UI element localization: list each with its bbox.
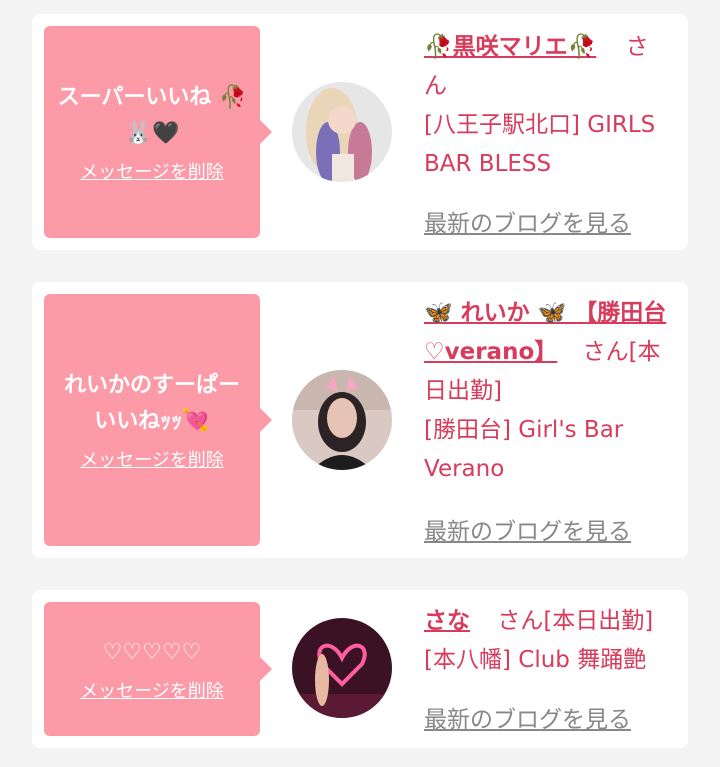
shop-name: Verano — [424, 456, 505, 482]
status-text: 日出勤] — [424, 378, 502, 404]
shop-name: [八王子駅北口] GIRLS — [424, 112, 656, 138]
like-card: スーパーいいね 🥀 🐰🖤 メッセージを削除 🥀黒咲マリエ🥀 さ ん [八王子駅北… — [32, 14, 688, 250]
like-card: れいかのすーぱー いいねｯｯ💘 メッセージを削除 🦋 れいか 🦋 【勝田台 ♡v… — [32, 282, 688, 558]
message-bubble: スーパーいいね 🥀 🐰🖤 メッセージを削除 — [44, 26, 272, 238]
honorific: さん[本 — [582, 339, 661, 365]
latest-blog-link[interactable]: 最新のブログを見る — [424, 700, 631, 734]
message-text: れいかのすーぱー — [63, 373, 240, 398]
shop-info: 🥀黒咲マリエ🥀 さ ん [八王子駅北口] GIRLS BAR BLESS — [424, 28, 674, 184]
latest-blog-link[interactable]: 最新のブログを見る — [424, 204, 631, 238]
shop-name: BAR BLESS — [424, 151, 552, 177]
honorific: さん[本日出勤] — [497, 608, 654, 634]
avatar[interactable] — [292, 370, 392, 470]
message-text: いいねｯｯ💘 — [94, 409, 210, 434]
delete-message-link[interactable]: メッセージを削除 — [80, 158, 224, 184]
message-text: スーパーいいね 🥀 — [57, 85, 247, 110]
honorific: さ — [625, 34, 649, 60]
cast-name-link[interactable]: ♡verano】 — [424, 339, 557, 365]
message-bubble: れいかのすーぱー いいねｯｯ💘 メッセージを削除 — [44, 294, 272, 546]
like-card: ♡♡♡♡♡ メッセージを削除 さな さん[本日出勤] [本八幡] Club 舞踊… — [32, 590, 688, 748]
shop-info: さな さん[本日出勤] [本八幡] Club 舞踊艶 — [424, 602, 674, 680]
latest-blog-link[interactable]: 最新のブログを見る — [424, 512, 631, 546]
cast-name-link[interactable]: さな — [424, 608, 470, 634]
message-text: 🐰🖤 — [124, 121, 180, 146]
honorific: ん — [424, 73, 447, 99]
message-bubble: ♡♡♡♡♡ メッセージを削除 — [44, 602, 272, 736]
message-text: ♡♡♡♡♡ — [102, 640, 202, 665]
shop-info: 🦋 れいか 🦋 【勝田台 ♡verano】 さん[本 日出勤] [勝田台] Gi… — [424, 294, 674, 489]
cast-name-link[interactable]: 🥀黒咲マリエ🥀 — [424, 34, 596, 60]
shop-name: [本八幡] Club 舞踊艶 — [424, 647, 647, 673]
cast-name-link[interactable]: 🦋 れいか 🦋 【勝田台 — [424, 294, 674, 333]
avatar[interactable] — [292, 82, 392, 182]
delete-message-link[interactable]: メッセージを削除 — [80, 446, 224, 472]
shop-name: [勝田台] Girl's Bar — [424, 417, 624, 443]
delete-message-link[interactable]: メッセージを削除 — [80, 677, 224, 703]
avatar[interactable] — [292, 618, 392, 718]
